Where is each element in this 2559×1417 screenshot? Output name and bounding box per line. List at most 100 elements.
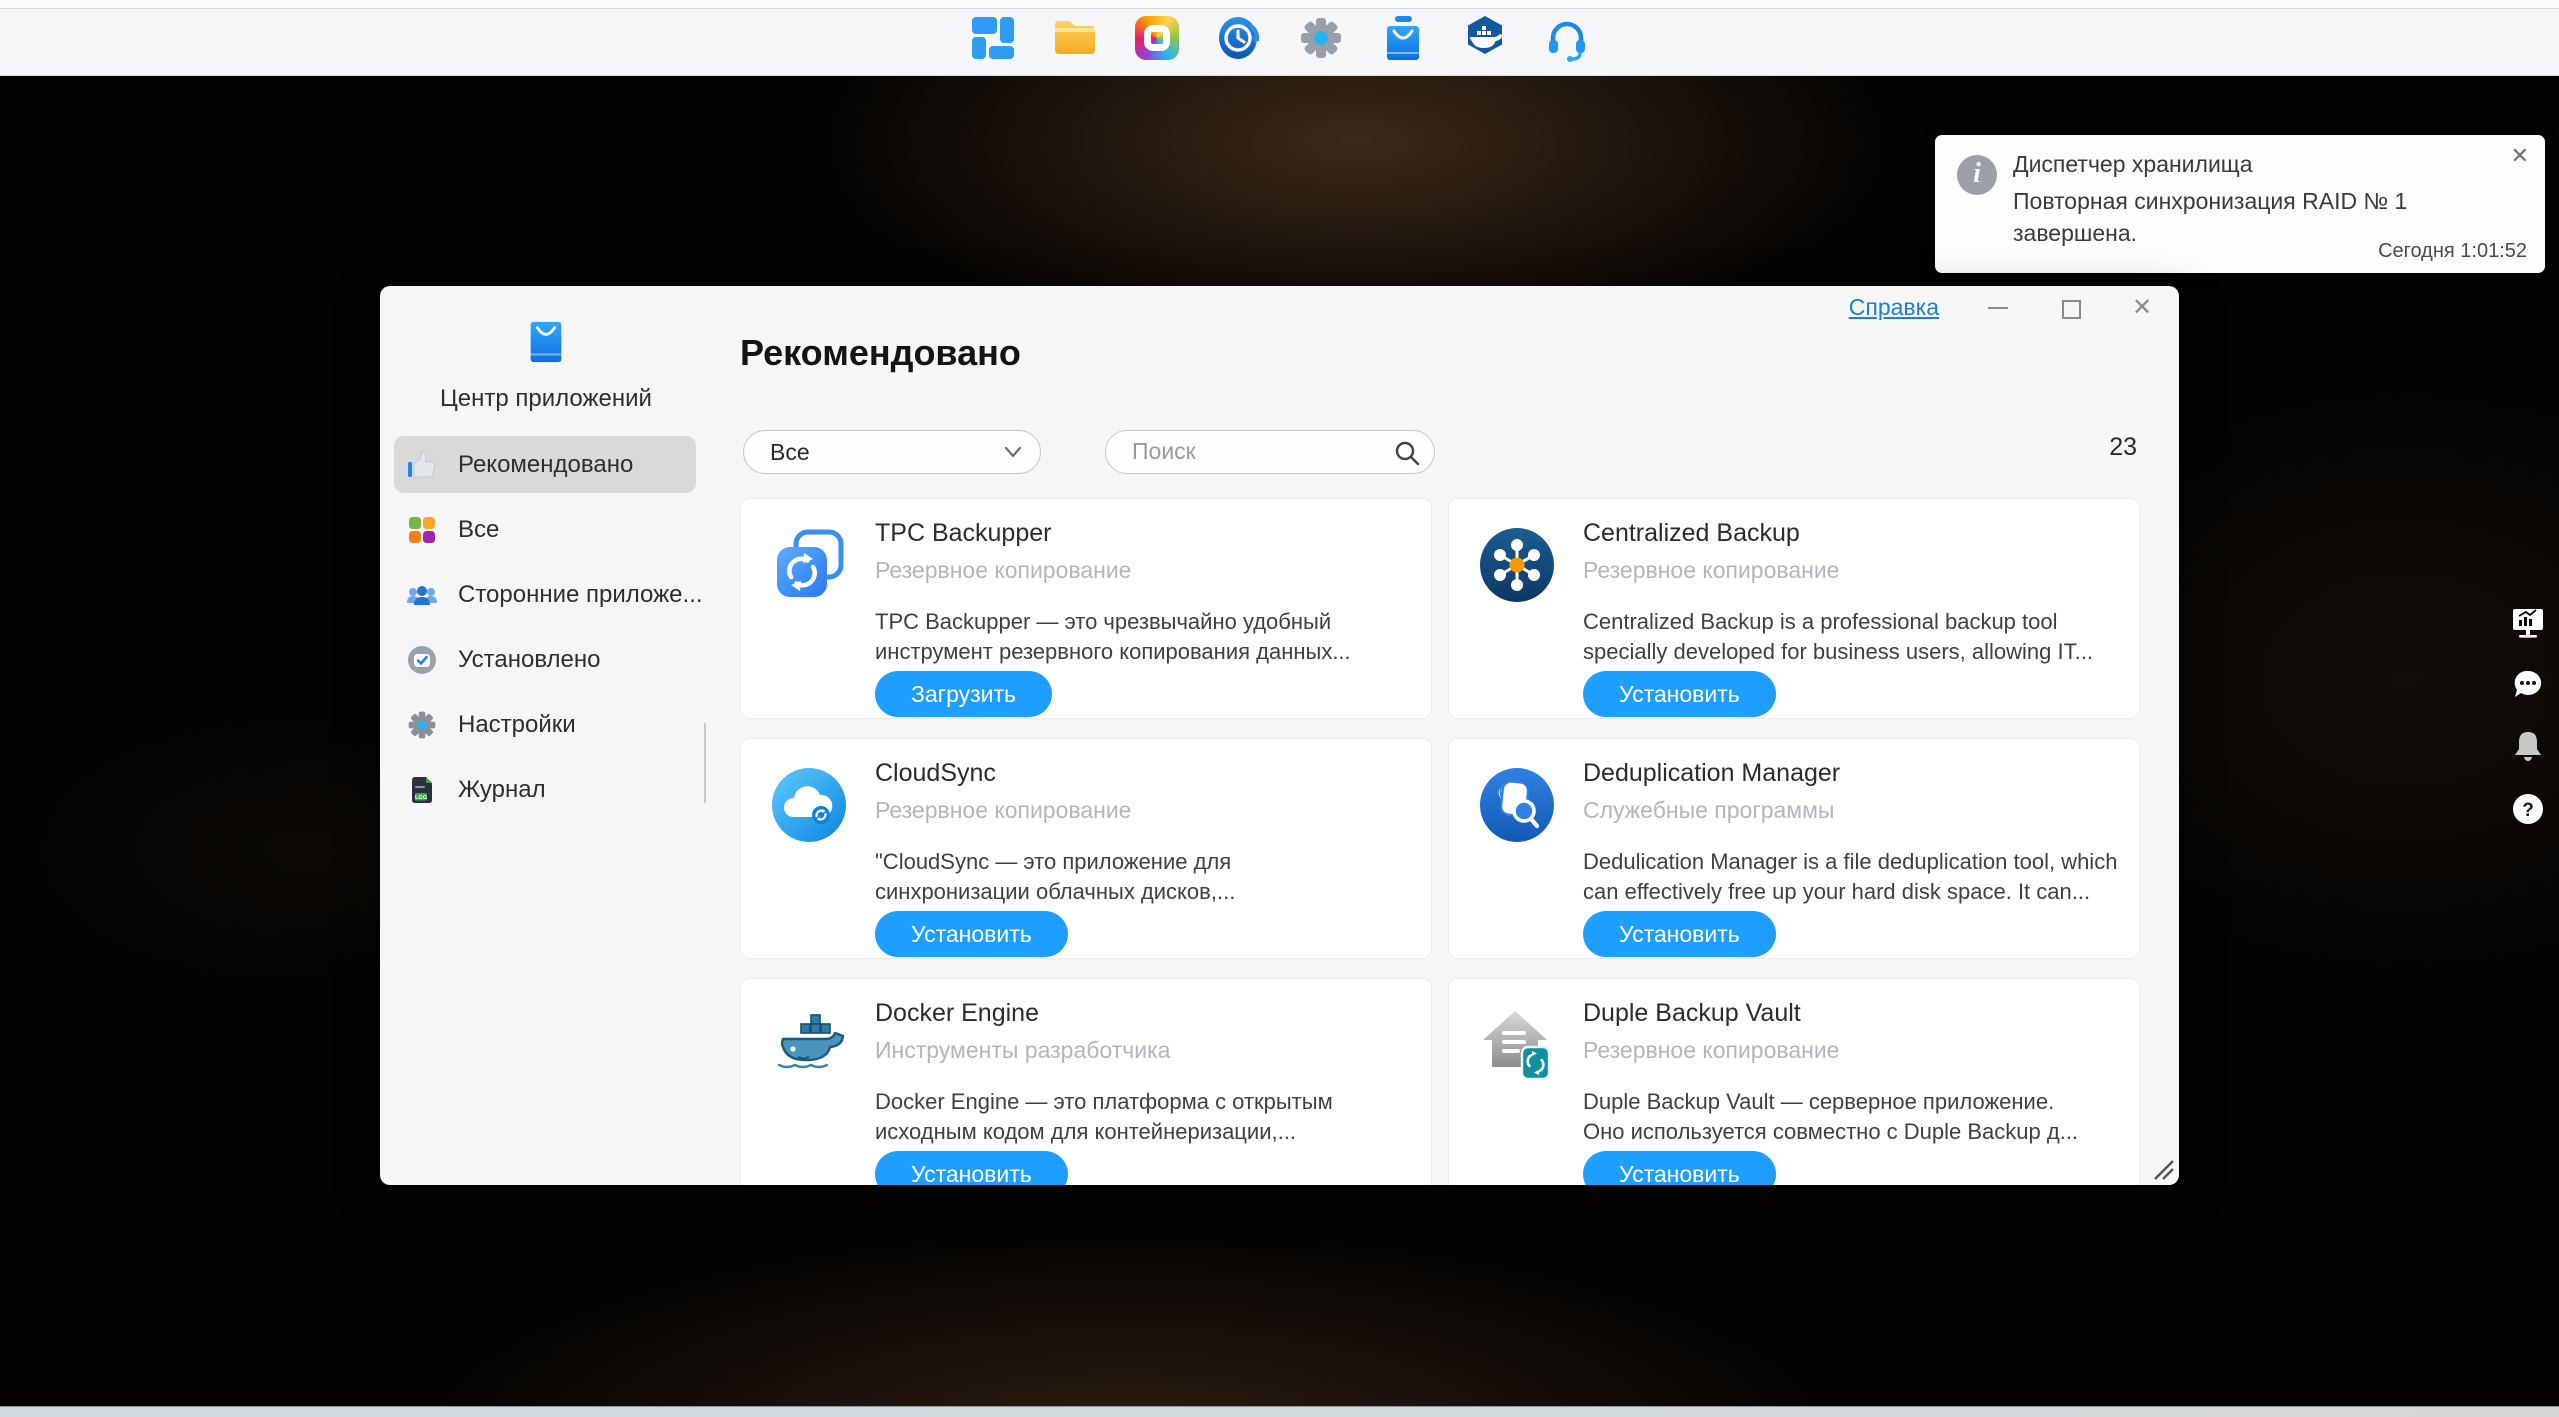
apps-count: 23 (2109, 433, 2137, 462)
log-icon: LOG (406, 774, 438, 806)
window-content: Рекомендовано Все 23 (712, 286, 2179, 1185)
sidebar-item-settings[interactable]: Настройки (394, 696, 696, 753)
app-center-bag-icon (523, 316, 569, 368)
svg-text:?: ? (2522, 800, 2534, 821)
categories-icon (406, 514, 438, 546)
tpc-backupper-icon (769, 525, 849, 605)
maximize-icon[interactable] (2057, 295, 2083, 321)
docker-icon[interactable] (1461, 14, 1509, 62)
help-link[interactable]: Справка (1849, 294, 1939, 321)
sidebar-splitter-handle[interactable] (704, 723, 712, 763)
file-manager-icon[interactable] (1051, 14, 1099, 62)
app-card: TPC Backupper Резервное копирование TPC … (740, 498, 1432, 719)
thumb-up-icon (406, 449, 438, 481)
app-card: Duple Backup Vault Резервное копирование… (1448, 978, 2140, 1185)
install-button[interactable]: Установить (1583, 911, 1776, 957)
deduplication-manager-icon (1477, 765, 1557, 845)
page-title: Рекомендовано (740, 332, 1021, 374)
app-card: Docker Engine Инструменты разработчика D… (740, 978, 1432, 1185)
install-button[interactable]: Установить (875, 911, 1068, 957)
bottom-taskbar-strip[interactable] (0, 1406, 2559, 1417)
sidebar-item-label: Журнал (458, 776, 546, 804)
sidebar-item-installed[interactable]: Установлено (394, 631, 696, 688)
app-description: Centralized Backup is a professional bac… (1583, 607, 2128, 667)
sidebar-item-label: Установлено (458, 646, 600, 674)
sidebar-item-third-party[interactable]: Сторонние приложе... (394, 566, 696, 623)
window-controls: Справка ✕ (1849, 294, 2155, 321)
app-category: Служебные программы (1583, 797, 1834, 824)
download-button[interactable]: Загрузить (875, 671, 1052, 717)
app-name: Deduplication Manager (1583, 759, 1840, 788)
docker-engine-icon (769, 1005, 849, 1085)
install-button[interactable]: Установить (1583, 1151, 1776, 1185)
app-center-brand: Центр приложений (380, 316, 712, 413)
close-icon[interactable]: ✕ (2129, 295, 2155, 321)
app-card: Centralized Backup Резервное копирование… (1448, 498, 2140, 719)
notifications-bell-icon[interactable] (2509, 728, 2547, 766)
sidebar-item-label: Все (458, 516, 499, 544)
centralized-backup-icon (1477, 525, 1557, 605)
sidebar-item-label: Сторонние приложе... (458, 581, 703, 609)
install-button[interactable]: Установить (1583, 671, 1776, 717)
app-category: Резервное копирование (1583, 557, 1839, 584)
feedback-chat-icon[interactable] (2509, 666, 2547, 704)
search-icon[interactable] (1394, 440, 1420, 466)
chevron-down-icon (1004, 445, 1022, 459)
backup-time-machine-icon[interactable] (1215, 14, 1263, 62)
dashboard-icon[interactable] (969, 14, 1017, 62)
app-name: TPC Backupper (875, 519, 1051, 548)
app-center-window: Справка ✕ Центр приложений (380, 286, 2179, 1185)
third-party-icon (406, 579, 438, 611)
app-description: Dedulication Manager is a file deduplica… (1583, 847, 2128, 907)
app-category: Резервное копирование (875, 557, 1131, 584)
desktop-edge-icons: ? (2509, 604, 2549, 852)
sidebar-item-label: Рекомендовано (458, 451, 633, 479)
app-description: "CloudSync — это приложение для синхрони… (875, 847, 1420, 907)
app-name: Docker Engine (875, 999, 1039, 1028)
installed-icon (406, 644, 438, 676)
app-card: CloudSync Резервное копирование "CloudSy… (740, 738, 1432, 959)
info-icon: i (1957, 155, 1997, 195)
minimize-icon[interactable] (1985, 295, 2011, 321)
app-center-title: Центр приложений (380, 385, 712, 413)
install-button[interactable]: Установить (875, 1151, 1068, 1185)
desktop: i Диспетчер хранилища Повторная синхрони… (0, 0, 2559, 1417)
notification-toast: i Диспетчер хранилища Повторная синхрони… (1935, 135, 2545, 273)
close-icon[interactable]: ✕ (2511, 143, 2529, 169)
settings-icon (406, 709, 438, 741)
app-category: Резервное копирование (875, 797, 1131, 824)
multimedia-icon[interactable] (1133, 14, 1181, 62)
duple-backup-vault-icon (1477, 1005, 1557, 1085)
cloudsync-icon (769, 765, 849, 845)
app-center-icon[interactable] (1379, 14, 1427, 62)
search-input[interactable] (1132, 431, 1392, 471)
app-description: TPC Backupper — это чрезвычайно удобный … (875, 607, 1420, 667)
sidebar-items: Рекомендовано Все (394, 436, 696, 826)
search-box (1105, 430, 1435, 474)
sidebar-item-all[interactable]: Все (394, 501, 696, 558)
control-panel-icon[interactable] (1297, 14, 1345, 62)
category-filter-dropdown[interactable]: Все (743, 430, 1041, 474)
app-category: Инструменты разработчика (875, 1037, 1170, 1064)
taskbar-icons (0, 14, 2559, 62)
taskbar (0, 0, 2559, 76)
remote-support-icon[interactable] (1543, 14, 1591, 62)
app-name: Centralized Backup (1583, 519, 1800, 548)
app-cards-grid: TPC Backupper Резервное копирование TPC … (740, 498, 2140, 1185)
app-category: Резервное копирование (1583, 1037, 1839, 1064)
app-name: CloudSync (875, 759, 996, 788)
filter-row: Все 23 (740, 430, 2179, 474)
sidebar-item-log[interactable]: LOG Журнал (394, 761, 696, 818)
app-description: Duple Backup Vault — серверное приложени… (1583, 1087, 2128, 1147)
app-name: Duple Backup Vault (1583, 999, 1801, 1028)
window-resize-handle[interactable] (2149, 1155, 2175, 1181)
performance-monitor-icon[interactable] (2509, 604, 2547, 642)
help-icon[interactable]: ? (2509, 790, 2547, 828)
app-description: Docker Engine — это платформа с открытым… (875, 1087, 1420, 1147)
notification-title: Диспетчер хранилища (2013, 151, 2253, 178)
notification-time: Сегодня 1:01:52 (2378, 240, 2527, 263)
sidebar: Центр приложений Рекомендовано (380, 286, 712, 1185)
sidebar-item-recommended[interactable]: Рекомендовано (394, 436, 696, 493)
app-card: Deduplication Manager Служебные программ… (1448, 738, 2140, 959)
svg-text:LOG: LOG (415, 795, 427, 801)
